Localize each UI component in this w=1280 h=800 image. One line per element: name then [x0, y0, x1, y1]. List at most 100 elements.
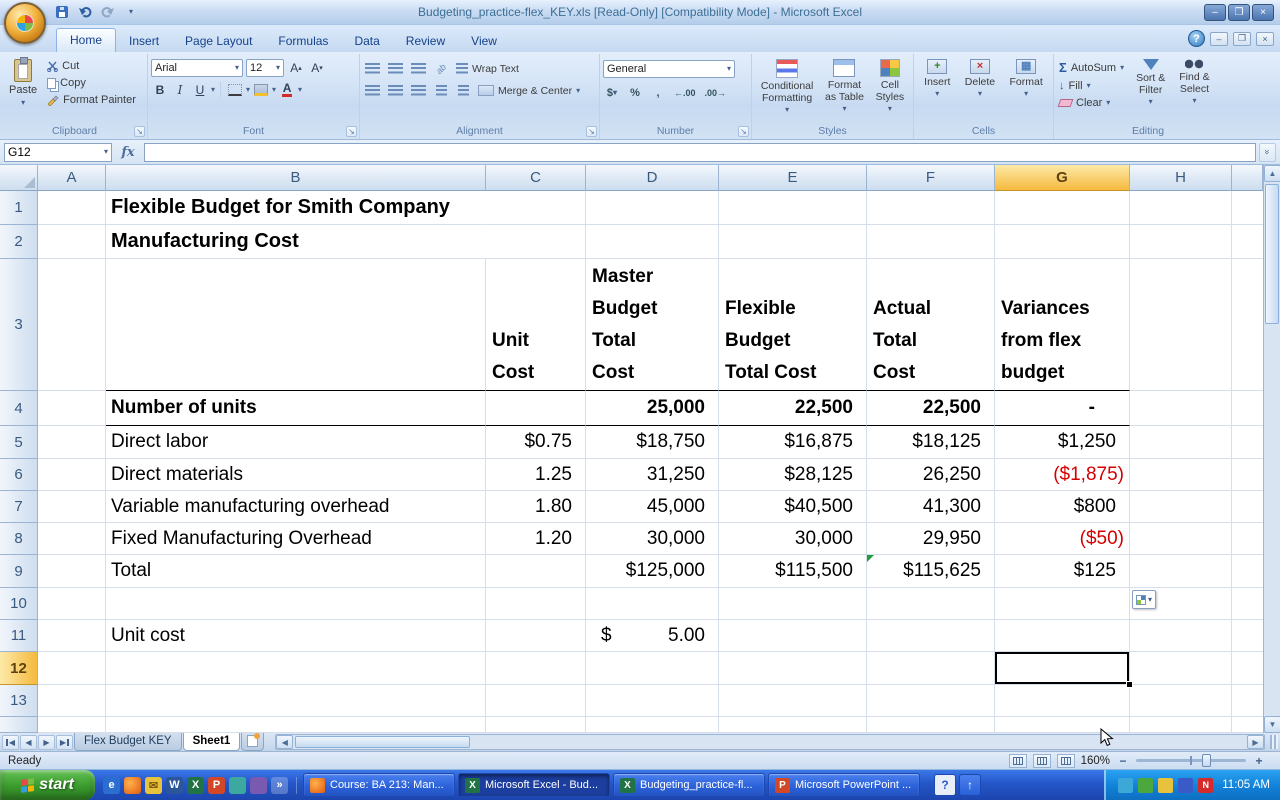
vertical-scroll-track[interactable] [1264, 182, 1280, 716]
cell-A14-partial[interactable] [38, 717, 106, 733]
cell-I8-partial[interactable] [1232, 523, 1263, 555]
wrap-text-button[interactable]: Wrap Text [454, 62, 521, 76]
cell-F2[interactable] [867, 225, 995, 259]
cell-G13[interactable] [995, 685, 1130, 717]
clear-button[interactable]: Clear ▾ [1057, 96, 1126, 110]
delete-cells-button[interactable]: × Delete ▾ [961, 56, 999, 101]
cell-D14-partial[interactable] [586, 717, 719, 733]
cell-D7[interactable]: 45,000 [586, 491, 719, 523]
cell-E4[interactable]: 22,500 [719, 391, 867, 426]
row-header-14-partial[interactable] [0, 717, 38, 733]
cell-B1-title[interactable]: Flexible Budget for Smith Company [106, 191, 486, 225]
fill-button[interactable]: ↓ Fill ▾ [1057, 79, 1126, 93]
cell-G10[interactable] [995, 588, 1130, 620]
cell-F5[interactable]: $18,125 [867, 426, 995, 459]
cut-button[interactable]: Cut [45, 59, 138, 73]
orientation-button[interactable]: ab [432, 60, 450, 77]
cell-D1[interactable] [586, 191, 719, 225]
cell-F9[interactable]: $115,625 [867, 555, 995, 588]
cell-C12[interactable] [486, 652, 586, 685]
increase-indent-button[interactable] [454, 82, 472, 99]
cell-D13[interactable] [586, 685, 719, 717]
cell-styles-button[interactable]: Cell Styles ▾ [872, 56, 909, 116]
cell-H6[interactable] [1130, 459, 1232, 491]
row-header-8[interactable]: 8 [0, 523, 38, 555]
autosum-button[interactable]: Σ AutoSum ▾ [1057, 59, 1126, 76]
smart-tag-button[interactable]: ▾ [1132, 590, 1156, 609]
mail-icon[interactable]: ✉ [145, 777, 162, 794]
cell-A6[interactable] [38, 459, 106, 491]
formula-input[interactable] [144, 143, 1256, 162]
cell-F7[interactable]: 41,300 [867, 491, 995, 523]
cell-C11[interactable] [486, 620, 586, 652]
cell-F4[interactable]: 22,500 [867, 391, 995, 426]
cell-F14-partial[interactable] [867, 717, 995, 733]
restore-button[interactable]: ❐ [1228, 4, 1250, 21]
format-as-table-button[interactable]: Format as Table ▾ [821, 56, 868, 116]
cell-A11[interactable] [38, 620, 106, 652]
font-color-button[interactable]: A [278, 81, 296, 98]
page-break-view-button[interactable] [1057, 754, 1075, 768]
bottom-align-button[interactable] [409, 60, 428, 77]
row-header-3[interactable]: 3 [0, 259, 38, 391]
cell-E11[interactable] [719, 620, 867, 652]
cell-C10[interactable] [486, 588, 586, 620]
last-sheet-button[interactable]: ▶ [56, 735, 73, 750]
bold-button[interactable]: B [151, 81, 169, 98]
cell-B13[interactable] [106, 685, 486, 717]
tab-insert[interactable]: Insert [116, 29, 172, 52]
cell-G12-selected[interactable] [995, 652, 1130, 685]
excel-icon[interactable]: X [187, 777, 204, 794]
column-header-c[interactable]: C [486, 165, 586, 191]
cell-F1[interactable] [867, 191, 995, 225]
horizontal-scroll-track[interactable] [293, 735, 1247, 749]
format-painter-button[interactable]: Format Painter [45, 93, 138, 107]
office-button[interactable] [4, 2, 46, 44]
cell-E8[interactable]: 30,000 [719, 523, 867, 555]
zoom-out-button[interactable]: − [1116, 754, 1130, 768]
cell-C1[interactable] [486, 191, 586, 225]
cell-H2[interactable] [1130, 225, 1232, 259]
taskbar-window-excel-2[interactable]: X Budgeting_practice-fl... [613, 773, 765, 797]
column-header-g[interactable]: G [995, 165, 1130, 191]
scroll-down-button[interactable]: ▼ [1264, 716, 1280, 733]
volume-icon[interactable] [1158, 778, 1173, 793]
column-header-d[interactable]: D [586, 165, 719, 191]
cell-E6[interactable]: $28,125 [719, 459, 867, 491]
cell-I14-partial[interactable] [1232, 717, 1263, 733]
tab-home[interactable]: Home [56, 28, 116, 52]
zoom-slider[interactable] [1136, 759, 1246, 762]
number-format-select[interactable]: General▾ [603, 60, 735, 78]
cell-E14-partial[interactable] [719, 717, 867, 733]
shield-icon[interactable] [1138, 778, 1153, 793]
word-icon[interactable]: W [166, 777, 183, 794]
cell-A12[interactable] [38, 652, 106, 685]
column-header-partial[interactable] [1232, 165, 1263, 191]
clipboard-dialog-launcher-icon[interactable]: ↘ [134, 126, 145, 137]
cell-H5[interactable] [1130, 426, 1232, 459]
cell-A4[interactable] [38, 391, 106, 426]
internet-explorer-icon[interactable]: e [103, 777, 120, 794]
tab-formulas[interactable]: Formulas [265, 29, 341, 52]
cell-F8[interactable]: 29,950 [867, 523, 995, 555]
cell-D4[interactable]: 25,000 [586, 391, 719, 426]
column-header-e[interactable]: E [719, 165, 867, 191]
cell-H11[interactable] [1130, 620, 1232, 652]
scroll-right-button[interactable]: ▶ [1247, 735, 1264, 749]
cell-D12[interactable] [586, 652, 719, 685]
column-header-a[interactable]: A [38, 165, 106, 191]
vertical-scroll-thumb[interactable] [1265, 184, 1279, 324]
merge-center-button[interactable]: Merge & Center ▾ [476, 84, 582, 98]
cell-E5[interactable]: $16,875 [719, 426, 867, 459]
cell-H7[interactable] [1130, 491, 1232, 523]
top-align-button[interactable] [363, 60, 382, 77]
taskbar-window-firefox[interactable]: Course: BA 213: Man... [303, 773, 455, 797]
cell-G2[interactable] [995, 225, 1130, 259]
cell-I7-partial[interactable] [1232, 491, 1263, 523]
powerpoint-icon[interactable]: P [208, 777, 225, 794]
cell-G11[interactable] [995, 620, 1130, 652]
horizontal-scrollbar[interactable]: ◀ ▶ [275, 734, 1265, 750]
cell-F13[interactable] [867, 685, 995, 717]
increase-decimal-button[interactable]: ←.00 [672, 84, 698, 101]
cell-I4-partial[interactable] [1232, 391, 1263, 426]
